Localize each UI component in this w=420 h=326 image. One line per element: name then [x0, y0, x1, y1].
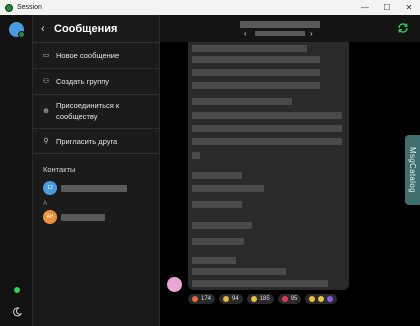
reaction-chip[interactable]: 95	[277, 294, 302, 304]
online-status-indicator[interactable]	[14, 287, 20, 293]
message-line-redacted	[192, 185, 264, 192]
reaction-chip[interactable]: 185	[246, 294, 274, 304]
menu-item-label: Новое сообщение	[56, 51, 120, 60]
contact-avatar: AH	[43, 210, 57, 224]
left-rail	[0, 15, 33, 326]
menu-item-label: Присоединиться к сообществу	[56, 101, 120, 121]
conversation-subtitle-redacted	[255, 31, 305, 36]
message-line-redacted	[192, 69, 320, 76]
previous-arrow-icon[interactable]: ‹	[244, 29, 247, 38]
side-tab-label: MsgCatalog	[408, 147, 417, 193]
section-letter: A	[43, 201, 48, 207]
invite-friend-button[interactable]: ⚲ Пригласить друга	[33, 128, 159, 154]
close-button[interactable]: ✕	[398, 0, 420, 15]
refresh-icon[interactable]	[397, 22, 409, 34]
message-line-redacted	[192, 238, 244, 245]
group-icon: ⚇	[42, 78, 50, 85]
emoji-icon	[327, 296, 334, 302]
reaction-chip[interactable]: 174	[188, 294, 216, 304]
emoji-icon	[250, 296, 257, 302]
message-line-redacted	[192, 268, 286, 275]
heart-icon	[281, 296, 288, 302]
reactions-bar: 174 94 185 95	[188, 294, 338, 304]
message-line-redacted	[192, 112, 342, 119]
message-line-redacted	[192, 201, 242, 208]
join-community-button[interactable]: ⊕ Присоединиться к сообществу	[33, 94, 159, 128]
message-bubble[interactable]	[188, 42, 349, 290]
sender-avatar[interactable]	[167, 277, 182, 292]
panel-header: ‹ Сообщения	[33, 15, 159, 42]
menu-item-label: Создать группу	[56, 77, 110, 86]
emoji-icon	[309, 296, 316, 302]
reaction-chip[interactable]: 94	[219, 294, 243, 304]
emoji-icon	[223, 296, 230, 302]
create-group-button[interactable]: ⚇ Создать группу	[33, 68, 159, 94]
panel-title: Сообщения	[54, 22, 118, 35]
contact-name-redacted	[61, 184, 127, 192]
messages-panel: ‹ Сообщения ▭ Новое сообщение ⚇ Создать …	[33, 15, 160, 326]
contact-name-redacted	[61, 213, 105, 221]
title-bar: Session — ☐ ✕	[0, 0, 420, 15]
contact-item[interactable]: 12	[33, 181, 159, 195]
globe-icon: ⊕	[43, 108, 49, 115]
reaction-count: 185	[259, 296, 270, 302]
maximize-button[interactable]: ☐	[376, 0, 398, 15]
reaction-count: 95	[290, 296, 298, 302]
next-arrow-icon[interactable]: ›	[310, 29, 313, 38]
contacts-heading: Контакты	[43, 165, 76, 174]
new-message-button[interactable]: ▭ Новое сообщение	[33, 42, 159, 68]
emoji-icon	[318, 296, 325, 302]
message-line-redacted	[192, 222, 252, 229]
message-line-redacted	[192, 98, 292, 105]
message-line-redacted	[192, 280, 328, 287]
menu-item-label: Пригласить друга	[56, 136, 118, 146]
window-title: Session	[17, 4, 42, 11]
message-line-redacted	[192, 152, 200, 159]
message-line-redacted	[192, 257, 236, 264]
contact-item[interactable]: AH	[33, 210, 159, 224]
moon-icon[interactable]	[12, 307, 22, 317]
conversation-header: ‹ ›	[160, 15, 420, 42]
message-icon: ▭	[42, 52, 50, 59]
minimize-button[interactable]: —	[354, 0, 376, 15]
profile-status-badge	[18, 31, 25, 38]
message-line-redacted	[192, 125, 342, 132]
app-icon	[5, 3, 13, 12]
reaction-count: 94	[232, 296, 239, 302]
contact-avatar: 12	[43, 181, 57, 195]
conversation-title-redacted	[240, 21, 320, 28]
message-line-redacted	[192, 172, 242, 179]
message-line-redacted	[192, 45, 307, 52]
add-user-icon: ⚲	[43, 137, 49, 145]
msgcatalog-tab[interactable]: MsgCatalog	[405, 135, 420, 205]
emoji-icon	[192, 296, 198, 302]
message-line-redacted	[192, 138, 342, 145]
reaction-count: 174	[201, 296, 212, 302]
reaction-chip-more[interactable]	[305, 294, 338, 304]
conversation-area: ‹ › 174 94 185 95 MsgCatalog	[160, 15, 420, 326]
message-line-redacted	[192, 82, 320, 89]
back-arrow-icon[interactable]: ‹	[41, 23, 49, 35]
message-line-redacted	[192, 56, 320, 63]
